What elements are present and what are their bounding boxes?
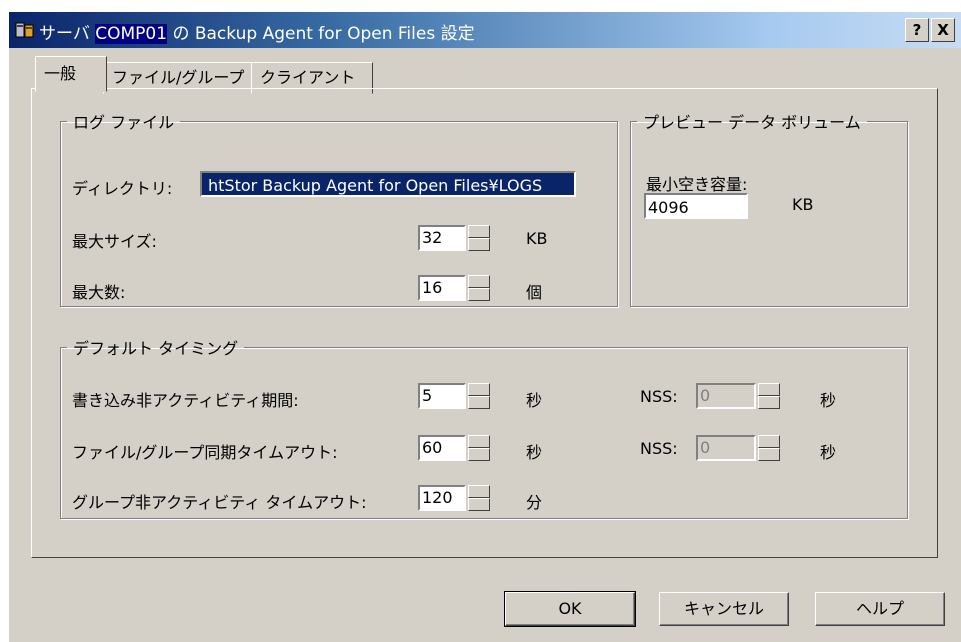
write-nss-unit: 秒 xyxy=(820,391,837,410)
write-inactivity-value[interactable]: 5 xyxy=(418,383,466,409)
sync-timeout-unit: 秒 xyxy=(526,443,543,462)
spin-down-icon[interactable] xyxy=(468,498,490,511)
write-inactivity-stepper[interactable]: 5 xyxy=(418,383,490,409)
min-free-label: 最小空き容量: xyxy=(646,175,748,194)
tab-general[interactable]: 一般 xyxy=(35,56,107,92)
default-timing-legend: デフォルト タイミング xyxy=(73,339,239,358)
spin-up-icon[interactable] xyxy=(758,435,780,448)
help-title-button[interactable]: ? xyxy=(905,18,929,42)
max-count-unit: 個 xyxy=(526,283,543,302)
ok-button[interactable]: OK xyxy=(504,591,636,627)
write-inactivity-label: 書き込み非アクティビティ期間: xyxy=(72,391,299,410)
group-timeout-value[interactable]: 120 xyxy=(418,485,466,511)
group-timeout-spin-arrows[interactable] xyxy=(468,485,490,511)
spin-up-icon[interactable] xyxy=(468,485,490,498)
sync-timeout-value[interactable]: 60 xyxy=(418,435,466,461)
max-size-label: 最大サイズ: xyxy=(72,232,157,251)
sync-nss-label: NSS: xyxy=(640,439,678,458)
log-file-legend: ログ ファイル xyxy=(73,113,175,132)
spin-down-icon[interactable] xyxy=(468,288,490,301)
sync-timeout-spin-arrows[interactable] xyxy=(468,435,490,461)
group-timeout-stepper[interactable]: 120 xyxy=(418,485,490,511)
spin-up-icon[interactable] xyxy=(468,435,490,448)
max-count-stepper[interactable]: 16 xyxy=(418,275,490,301)
min-free-unit: KB xyxy=(792,195,814,214)
write-nss-value[interactable]: 0 xyxy=(696,383,756,409)
window-title: サーバ COMP01 の Backup Agent for Open Files… xyxy=(39,19,475,44)
spin-down-icon[interactable] xyxy=(468,238,490,251)
max-size-stepper[interactable]: 32 xyxy=(418,225,490,251)
spin-down-icon[interactable] xyxy=(758,396,780,409)
spin-down-icon[interactable] xyxy=(468,396,490,409)
write-inactivity-spin-arrows[interactable] xyxy=(468,383,490,409)
sync-timeout-label: ファイル/グループ同期タイムアウト: xyxy=(72,443,338,462)
title-bar[interactable]: サーバ COMP01 の Backup Agent for Open Files… xyxy=(9,12,961,48)
sync-timeout-stepper[interactable]: 60 xyxy=(418,435,490,461)
write-nss-spin-arrows[interactable] xyxy=(758,383,780,409)
cancel-button[interactable]: キャンセル xyxy=(659,592,789,626)
help-button[interactable]: ヘルプ xyxy=(815,592,945,626)
tab-panel-general: ログ ファイル ディレクトリ: htStor Backup Agent for … xyxy=(31,88,938,558)
close-button[interactable]: X xyxy=(931,18,955,42)
max-size-value[interactable]: 32 xyxy=(418,225,466,251)
title-suffix: の Backup Agent for Open Files 設定 xyxy=(167,24,475,44)
write-nss-label: NSS: xyxy=(640,387,678,406)
spin-up-icon[interactable] xyxy=(468,225,490,238)
server-icon xyxy=(15,22,34,38)
spin-down-icon[interactable] xyxy=(468,448,490,461)
spin-up-icon[interactable] xyxy=(758,383,780,396)
directory-label: ディレクトリ: xyxy=(72,179,173,198)
group-timeout-label: グループ非アクティビティ タイムアウト: xyxy=(72,493,367,512)
directory-input[interactable]: htStor Backup Agent for Open Files¥LOGS xyxy=(200,171,576,197)
preview-volume-legend: プレビュー データ ボリューム xyxy=(643,113,861,132)
group-timeout-unit: 分 xyxy=(526,493,543,512)
log-file-group: ログ ファイル xyxy=(60,109,618,307)
max-count-label: 最大数: xyxy=(72,283,126,302)
spin-down-icon[interactable] xyxy=(758,448,780,461)
settings-dialog: サーバ COMP01 の Backup Agent for Open Files… xyxy=(8,12,961,642)
max-count-value[interactable]: 16 xyxy=(418,275,466,301)
write-nss-stepper[interactable]: 0 xyxy=(696,383,784,409)
title-prefix: サーバ xyxy=(39,24,96,44)
write-inactivity-unit: 秒 xyxy=(526,391,543,410)
spin-up-icon[interactable] xyxy=(468,383,490,396)
server-name: COMP01 xyxy=(95,24,168,44)
max-count-spin-arrows[interactable] xyxy=(468,275,490,301)
sync-nss-stepper[interactable]: 0 xyxy=(696,435,784,461)
sync-nss-unit: 秒 xyxy=(820,443,837,462)
sync-nss-spin-arrows[interactable] xyxy=(758,435,780,461)
max-size-spin-arrows[interactable] xyxy=(468,225,490,251)
min-free-input[interactable]: 4096 xyxy=(644,193,748,219)
spin-up-icon[interactable] xyxy=(468,275,490,288)
max-size-unit: KB xyxy=(526,229,548,248)
sync-nss-value[interactable]: 0 xyxy=(696,435,756,461)
